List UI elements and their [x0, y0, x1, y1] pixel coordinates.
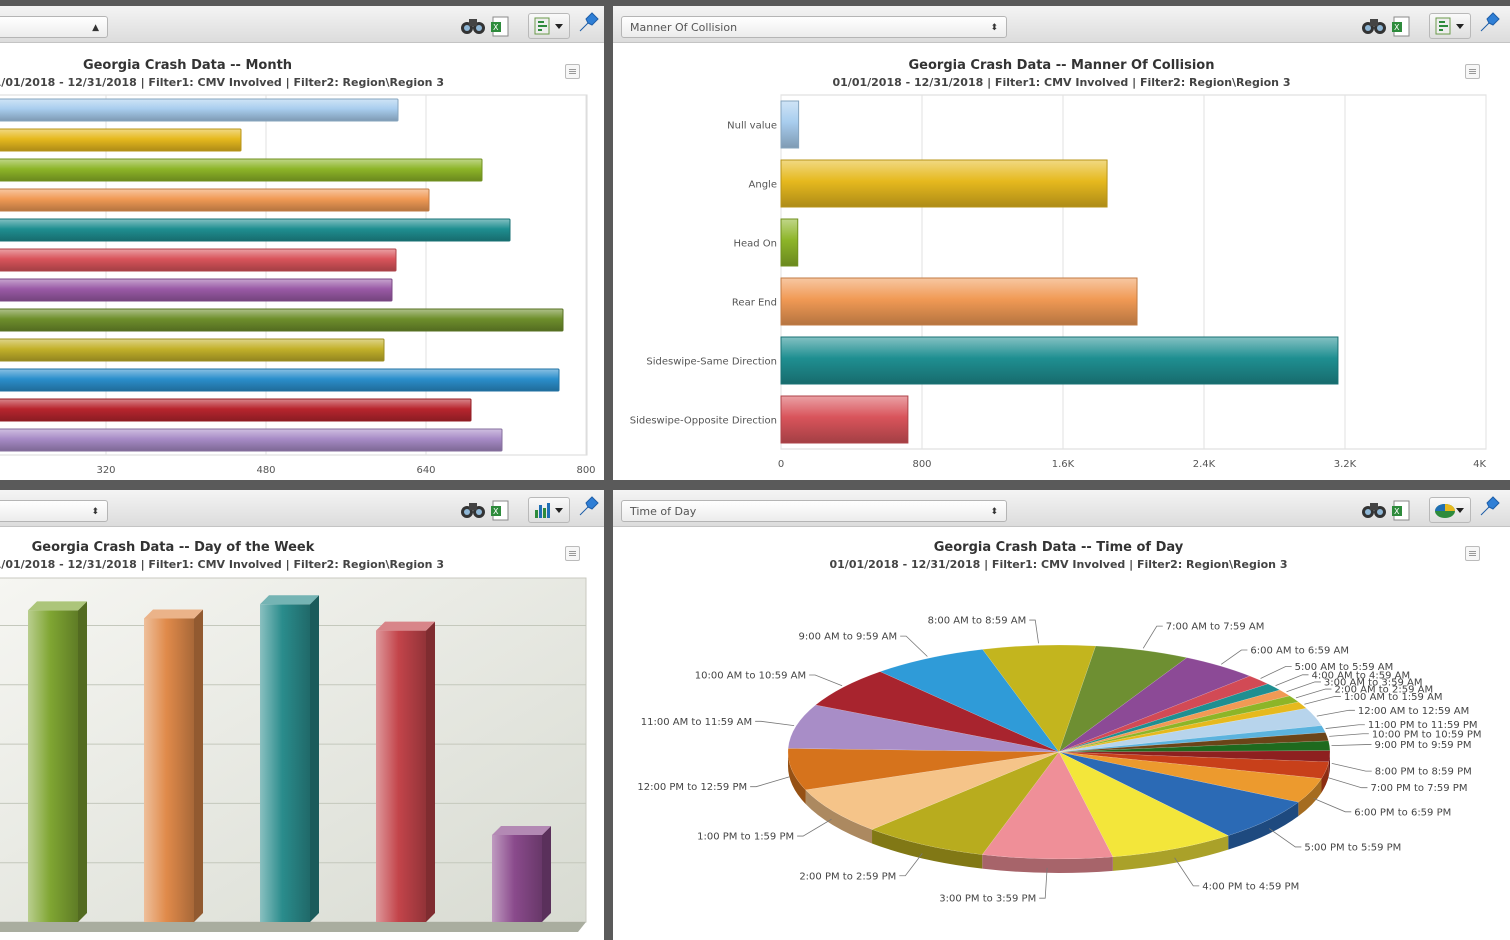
- pie-leader-line: [1316, 709, 1355, 717]
- month-tick-label: 640: [416, 465, 435, 476]
- pie-leader-line: [1142, 625, 1163, 649]
- collision-category-label: Sideswipe-Opposite Direction: [630, 416, 777, 427]
- month-bar: [0, 158, 483, 182]
- weekday-column: [492, 834, 542, 922]
- collision-tick-label: 2.4K: [1193, 459, 1216, 470]
- weekday-column: [376, 630, 426, 922]
- pie-slice-label: 1:00 PM to 1:59 PM: [697, 832, 794, 843]
- month-bar-chart: 320 480 640 800: [0, 94, 596, 476]
- weekday-column-side: [310, 595, 319, 922]
- pie-leader-line: [1260, 666, 1292, 679]
- collision-bar: [780, 277, 1138, 326]
- weekday-column-side: [78, 601, 87, 922]
- pie-leader-line: [1275, 674, 1309, 687]
- pie-top-group: [787, 644, 1331, 860]
- month-bar: [0, 248, 397, 272]
- weekday-column-side: [194, 609, 203, 922]
- month-bar: [0, 428, 503, 452]
- pie-slice-label: 3:00 PM to 3:59 PM: [939, 894, 1036, 905]
- collision-bar: [780, 336, 1339, 385]
- month-tick-label: 320: [96, 465, 115, 476]
- pie-slice-label: 2:00 PM to 2:59 PM: [799, 871, 896, 882]
- pie-leader-line: [797, 818, 832, 837]
- pie-leader-line: [750, 776, 790, 788]
- weekday-floor: [0, 922, 586, 932]
- weekday-column: [260, 604, 310, 922]
- pie-slice-label: 9:00 PM to 9:59 PM: [1374, 740, 1471, 751]
- month-bar: [0, 338, 385, 362]
- pie-slice-label: 7:00 PM to 7:59 PM: [1370, 783, 1467, 794]
- pie-leader-line: [1331, 762, 1372, 772]
- collision-category-label: Rear End: [732, 298, 777, 309]
- pie-slice-label: 1:00 AM to 1:59 AM: [1344, 692, 1443, 703]
- pie-leader-line: [1327, 777, 1368, 789]
- month-bar: [0, 128, 242, 152]
- pie-leader-line: [1295, 688, 1332, 699]
- weekday-column-side: [542, 825, 551, 922]
- pie-leader-line: [1331, 744, 1372, 747]
- collision-tick-label: 800: [912, 459, 931, 470]
- month-bar: [0, 218, 511, 242]
- timeofday-pie-chart: 12:00 AM to 12:59 AM11:00 PM to 11:59 PM…: [637, 616, 1482, 905]
- pie-leader-line: [1220, 649, 1248, 665]
- pie-slice-label: 12:00 AM to 12:59 AM: [1358, 706, 1469, 717]
- pie-slice-label: 7:00 AM to 7:59 AM: [1166, 622, 1265, 633]
- weekday-column: [28, 610, 78, 922]
- month-tick-label: 800: [576, 465, 595, 476]
- collision-category-label: Null value: [727, 121, 777, 132]
- collision-tick-label: 1.6K: [1052, 459, 1075, 470]
- collision-panel: Manner Of Collision ⬍ X Georgia Crash Dat…: [613, 6, 1510, 480]
- pie-leader-line: [1329, 733, 1369, 737]
- timeofday-panel: Time of Day ⬍ X Georgia Crash Data -- Tim…: [613, 490, 1510, 940]
- pie-slice-label: 6:00 AM to 6:59 AM: [1250, 646, 1349, 657]
- weekday-column-chart: [0, 577, 587, 932]
- weekday-column-top: [144, 609, 203, 619]
- pie-leader-line: [809, 674, 843, 687]
- collision-bar: [780, 159, 1108, 208]
- weekday-column-top: [492, 825, 551, 835]
- pie-leader-line: [1325, 724, 1365, 729]
- collision-tick-label: 0: [778, 459, 784, 470]
- collision-bar: [780, 100, 800, 149]
- pie-slice-label: 10:00 AM to 10:59 AM: [695, 670, 806, 681]
- weekday-column-top: [28, 601, 87, 611]
- month-bar: [0, 368, 560, 392]
- pie-leader-line: [1313, 798, 1352, 813]
- pie-leader-line: [1029, 619, 1039, 644]
- weekday-column-top: [260, 595, 319, 605]
- weekday-column: [144, 618, 194, 922]
- pie-slice-label: 8:00 AM to 8:59 AM: [928, 616, 1027, 627]
- weekday-panel: ⬍ X Georgia Crash Data -- Day of the Wee…: [0, 490, 604, 940]
- weekday-column-top: [376, 621, 435, 631]
- pie-leader-line: [900, 635, 928, 657]
- collision-bar: [780, 395, 909, 444]
- pie-slice-label: 9:00 AM to 9:59 AM: [799, 632, 898, 643]
- month-panel: ▲ X Georgia Crash Data -- Month 01/01/20…: [0, 6, 604, 480]
- pie-slice-label: 10:00 PM to 10:59 PM: [1372, 729, 1482, 740]
- pie-leader-line: [1286, 681, 1321, 693]
- pie-slice-label: 11:00 AM to 11:59 AM: [641, 717, 752, 728]
- month-bar: [0, 398, 472, 422]
- pie-leader-line: [755, 720, 795, 727]
- pie-slice-label: 12:00 PM to 12:59 PM: [637, 782, 747, 793]
- month-bar: [0, 98, 399, 122]
- collision-category-label: Angle: [749, 180, 777, 191]
- collision-category-label: Sideswipe-Same Direction: [646, 357, 777, 368]
- month-bar: [0, 308, 564, 332]
- pie-leader-line: [1268, 828, 1302, 848]
- collision-bar-chart: 0 800 1.6K 2.4K 3.2K 4K Null value Angle Head On…: [630, 94, 1487, 470]
- weekday-column-side: [426, 621, 435, 922]
- month-tick-label: 480: [256, 465, 275, 476]
- collision-tick-label: 4K: [1473, 459, 1486, 470]
- collision-bar: [780, 218, 799, 267]
- pie-slice-label: 4:00 PM to 4:59 PM: [1202, 881, 1299, 892]
- collision-tick-label: 3.2K: [1334, 459, 1357, 470]
- pie-slice-label: 6:00 PM to 6:59 PM: [1354, 807, 1451, 818]
- collision-category-label: Head On: [733, 239, 777, 250]
- month-bar: [0, 188, 430, 212]
- pie-slice-label: 5:00 PM to 5:59 PM: [1304, 842, 1401, 853]
- pie-slice-label: 8:00 PM to 8:59 PM: [1375, 767, 1472, 778]
- pie-leader-line: [1304, 696, 1341, 705]
- month-bar: [0, 278, 393, 302]
